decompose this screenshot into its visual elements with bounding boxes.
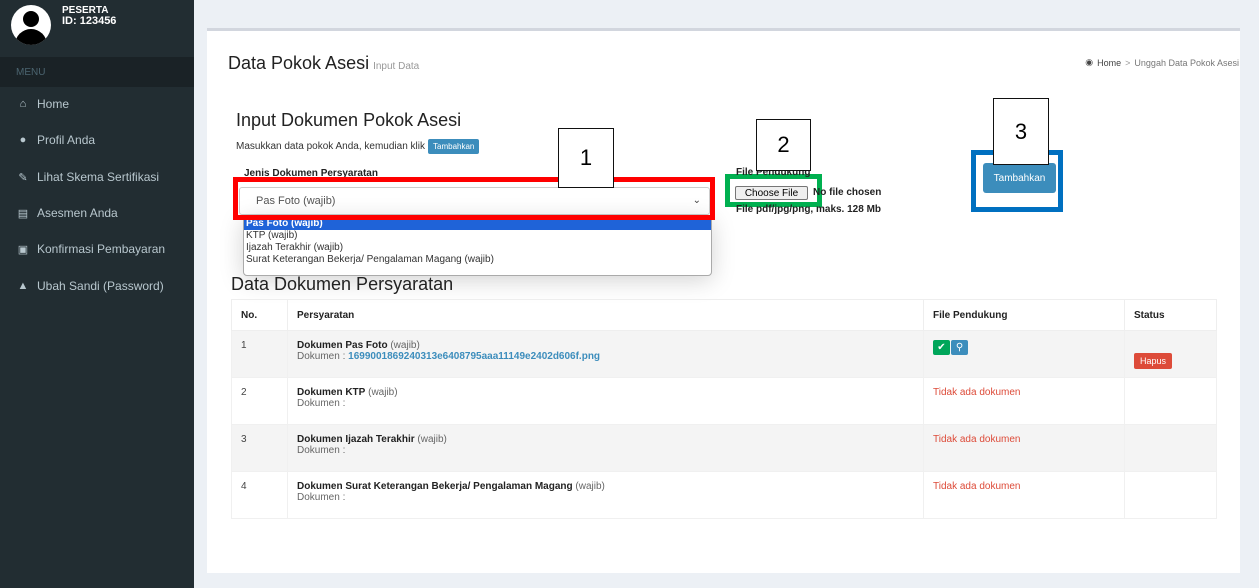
document-requirement: (wajib) (387, 340, 420, 351)
file-cell: ✔ ⚲ (923, 330, 1125, 378)
document-name: Dokumen Ijazah Terakhir (297, 434, 415, 445)
document-requirement: (wajib) (414, 434, 447, 445)
sidebar-item-skema[interactable]: ✎ Lihat Skema Sertifikasi (0, 159, 194, 195)
option-ktp[interactable]: KTP (wajib) (244, 230, 711, 242)
sidebar-item-label: Asesmen Anda (37, 206, 118, 220)
breadcrumb: ◉ Home > Unggah Data Pokok Asesi (1085, 57, 1239, 68)
page-subtitle: Input Data (373, 61, 420, 72)
sidebar-item-password[interactable]: ▲ Ubah Sandi (Password) (0, 268, 194, 304)
status-cell (1124, 377, 1217, 425)
sidebar-item-asesmen[interactable]: ▤ Asesmen Anda (0, 195, 194, 231)
sidebar-item-label: Profil Anda (37, 133, 96, 147)
page-title: Data Pokok Asesi Input Data (228, 53, 420, 73)
option-surat-keterangan[interactable]: Surat Keterangan Bekerja/ Pengalaman Mag… (244, 254, 711, 266)
form-instruction: Masukkan data pokok Anda, kemudian klik … (236, 139, 480, 154)
sidebar-item-profile[interactable]: ● Profil Anda (0, 122, 194, 158)
menu-header: MENU (0, 57, 194, 87)
table-row: 2 Dokumen KTP (wajib) Dokumen : Tidak ad… (231, 377, 1217, 425)
sidebar-item-label: Konfirmasi Pembayaran (37, 242, 166, 256)
row-number: 3 (231, 424, 288, 472)
document-requirement: (wajib) (365, 387, 398, 398)
avatar (11, 5, 51, 45)
documents-table: No. Persyaratan File Pendukung Status 1 … (231, 299, 1217, 519)
file-hint: File pdf/jpg/png, maks. 128 Mb (736, 204, 882, 215)
sidebar-item-label: Ubah Sandi (Password) (37, 279, 164, 293)
sidebar-item-label: Home (37, 97, 70, 111)
requirement-cell: Dokumen KTP (wajib) Dokumen : (287, 377, 924, 425)
tambahkan-button[interactable]: Tambahkan (983, 163, 1056, 193)
breadcrumb-separator: > (1125, 57, 1131, 68)
instruction-badge: Tambahkan (428, 139, 480, 154)
no-document-text: Tidak ada dokumen (923, 424, 1125, 472)
user-icon: ● (19, 134, 27, 146)
annotation-number-1: 1 (558, 128, 614, 188)
table-title: Data Dokumen Persyaratan (231, 274, 454, 294)
requirement-cell: Dokumen Surat Keterangan Bekerja/ Pengal… (287, 471, 924, 519)
sidebar-item-label: Lihat Skema Sertifikasi (37, 170, 160, 184)
requirement-cell: Dokumen Ijazah Terakhir (wajib) Dokumen … (287, 424, 924, 472)
document-label: Dokumen : (297, 398, 346, 409)
document-requirement: (wajib) (572, 481, 605, 492)
no-file-text: No file chosen (813, 187, 882, 198)
sidebar: PESERTA ID: 123456 MENU ⌂ Home ● Profil … (0, 0, 194, 588)
option-ijazah[interactable]: Ijazah Terakhir (wajib) (244, 242, 711, 254)
document-label: Dokumen : (297, 445, 346, 456)
breadcrumb-current: Unggah Data Pokok Asesi (1134, 57, 1239, 68)
form-title: Input Dokumen Pokok Asesi (236, 110, 462, 130)
sidebar-item-pembayaran[interactable]: ▣ Konfirmasi Pembayaran (0, 231, 194, 267)
column-header: File Pendukung (923, 299, 1125, 331)
document-name: Dokumen Surat Keterangan Bekerja/ Pengal… (297, 481, 573, 492)
dashboard-icon: ◉ (1085, 57, 1094, 67)
column-header: Persyaratan (287, 299, 924, 331)
no-document-text: Tidak ada dokumen (923, 471, 1125, 519)
home-icon: ⌂ (19, 98, 27, 110)
row-number: 4 (231, 471, 288, 519)
file-icon: ▤ (17, 207, 29, 220)
document-type-dropdown: Pas Foto (wajib) KTP (wajib) Ijazah Tera… (243, 217, 712, 276)
money-icon: ▣ (17, 243, 29, 256)
annotation-red-box (233, 177, 715, 220)
document-file-link[interactable]: 1699001869240313e6408795aaa11149e2402d60… (348, 351, 600, 362)
table-row: 3 Dokumen Ijazah Terakhir (wajib) Dokume… (231, 424, 1217, 472)
user-panel: PESERTA ID: 123456 (0, 0, 194, 52)
table-row: 4 Dokumen Surat Keterangan Bekerja/ Peng… (231, 471, 1217, 519)
document-label: Dokumen : (297, 351, 349, 362)
choose-file-button[interactable]: Choose File (735, 186, 808, 200)
row-number: 1 (231, 330, 288, 378)
requirement-cell: Dokumen Pas Foto (wajib) Dokumen : 16990… (287, 330, 924, 378)
check-icon[interactable]: ✔ (933, 340, 950, 355)
hapus-button[interactable]: Hapus (1134, 353, 1173, 369)
document-name: Dokumen Pas Foto (297, 340, 388, 351)
document-name: Dokumen KTP (297, 387, 366, 398)
edit-icon: ✎ (18, 171, 28, 184)
column-header: Status (1124, 299, 1217, 331)
annotation-number-2: 2 (756, 119, 811, 171)
status-cell (1124, 471, 1217, 519)
user-id: ID: 123456 (62, 15, 117, 27)
lock-icon: ▲ (17, 280, 29, 292)
status-cell (1124, 424, 1217, 472)
no-document-text: Tidak ada dokumen (923, 377, 1125, 425)
table-row: 1 Dokumen Pas Foto (wajib) Dokumen : 169… (231, 330, 1217, 378)
row-number: 2 (231, 377, 288, 425)
column-header: No. (231, 299, 288, 331)
document-label: Dokumen : (297, 492, 346, 503)
annotation-number-3: 3 (993, 98, 1049, 165)
status-cell: Hapus (1124, 330, 1217, 378)
breadcrumb-home[interactable]: Home (1097, 58, 1121, 68)
search-icon[interactable]: ⚲ (951, 340, 968, 355)
sidebar-item-home[interactable]: ⌂ Home (0, 86, 194, 122)
